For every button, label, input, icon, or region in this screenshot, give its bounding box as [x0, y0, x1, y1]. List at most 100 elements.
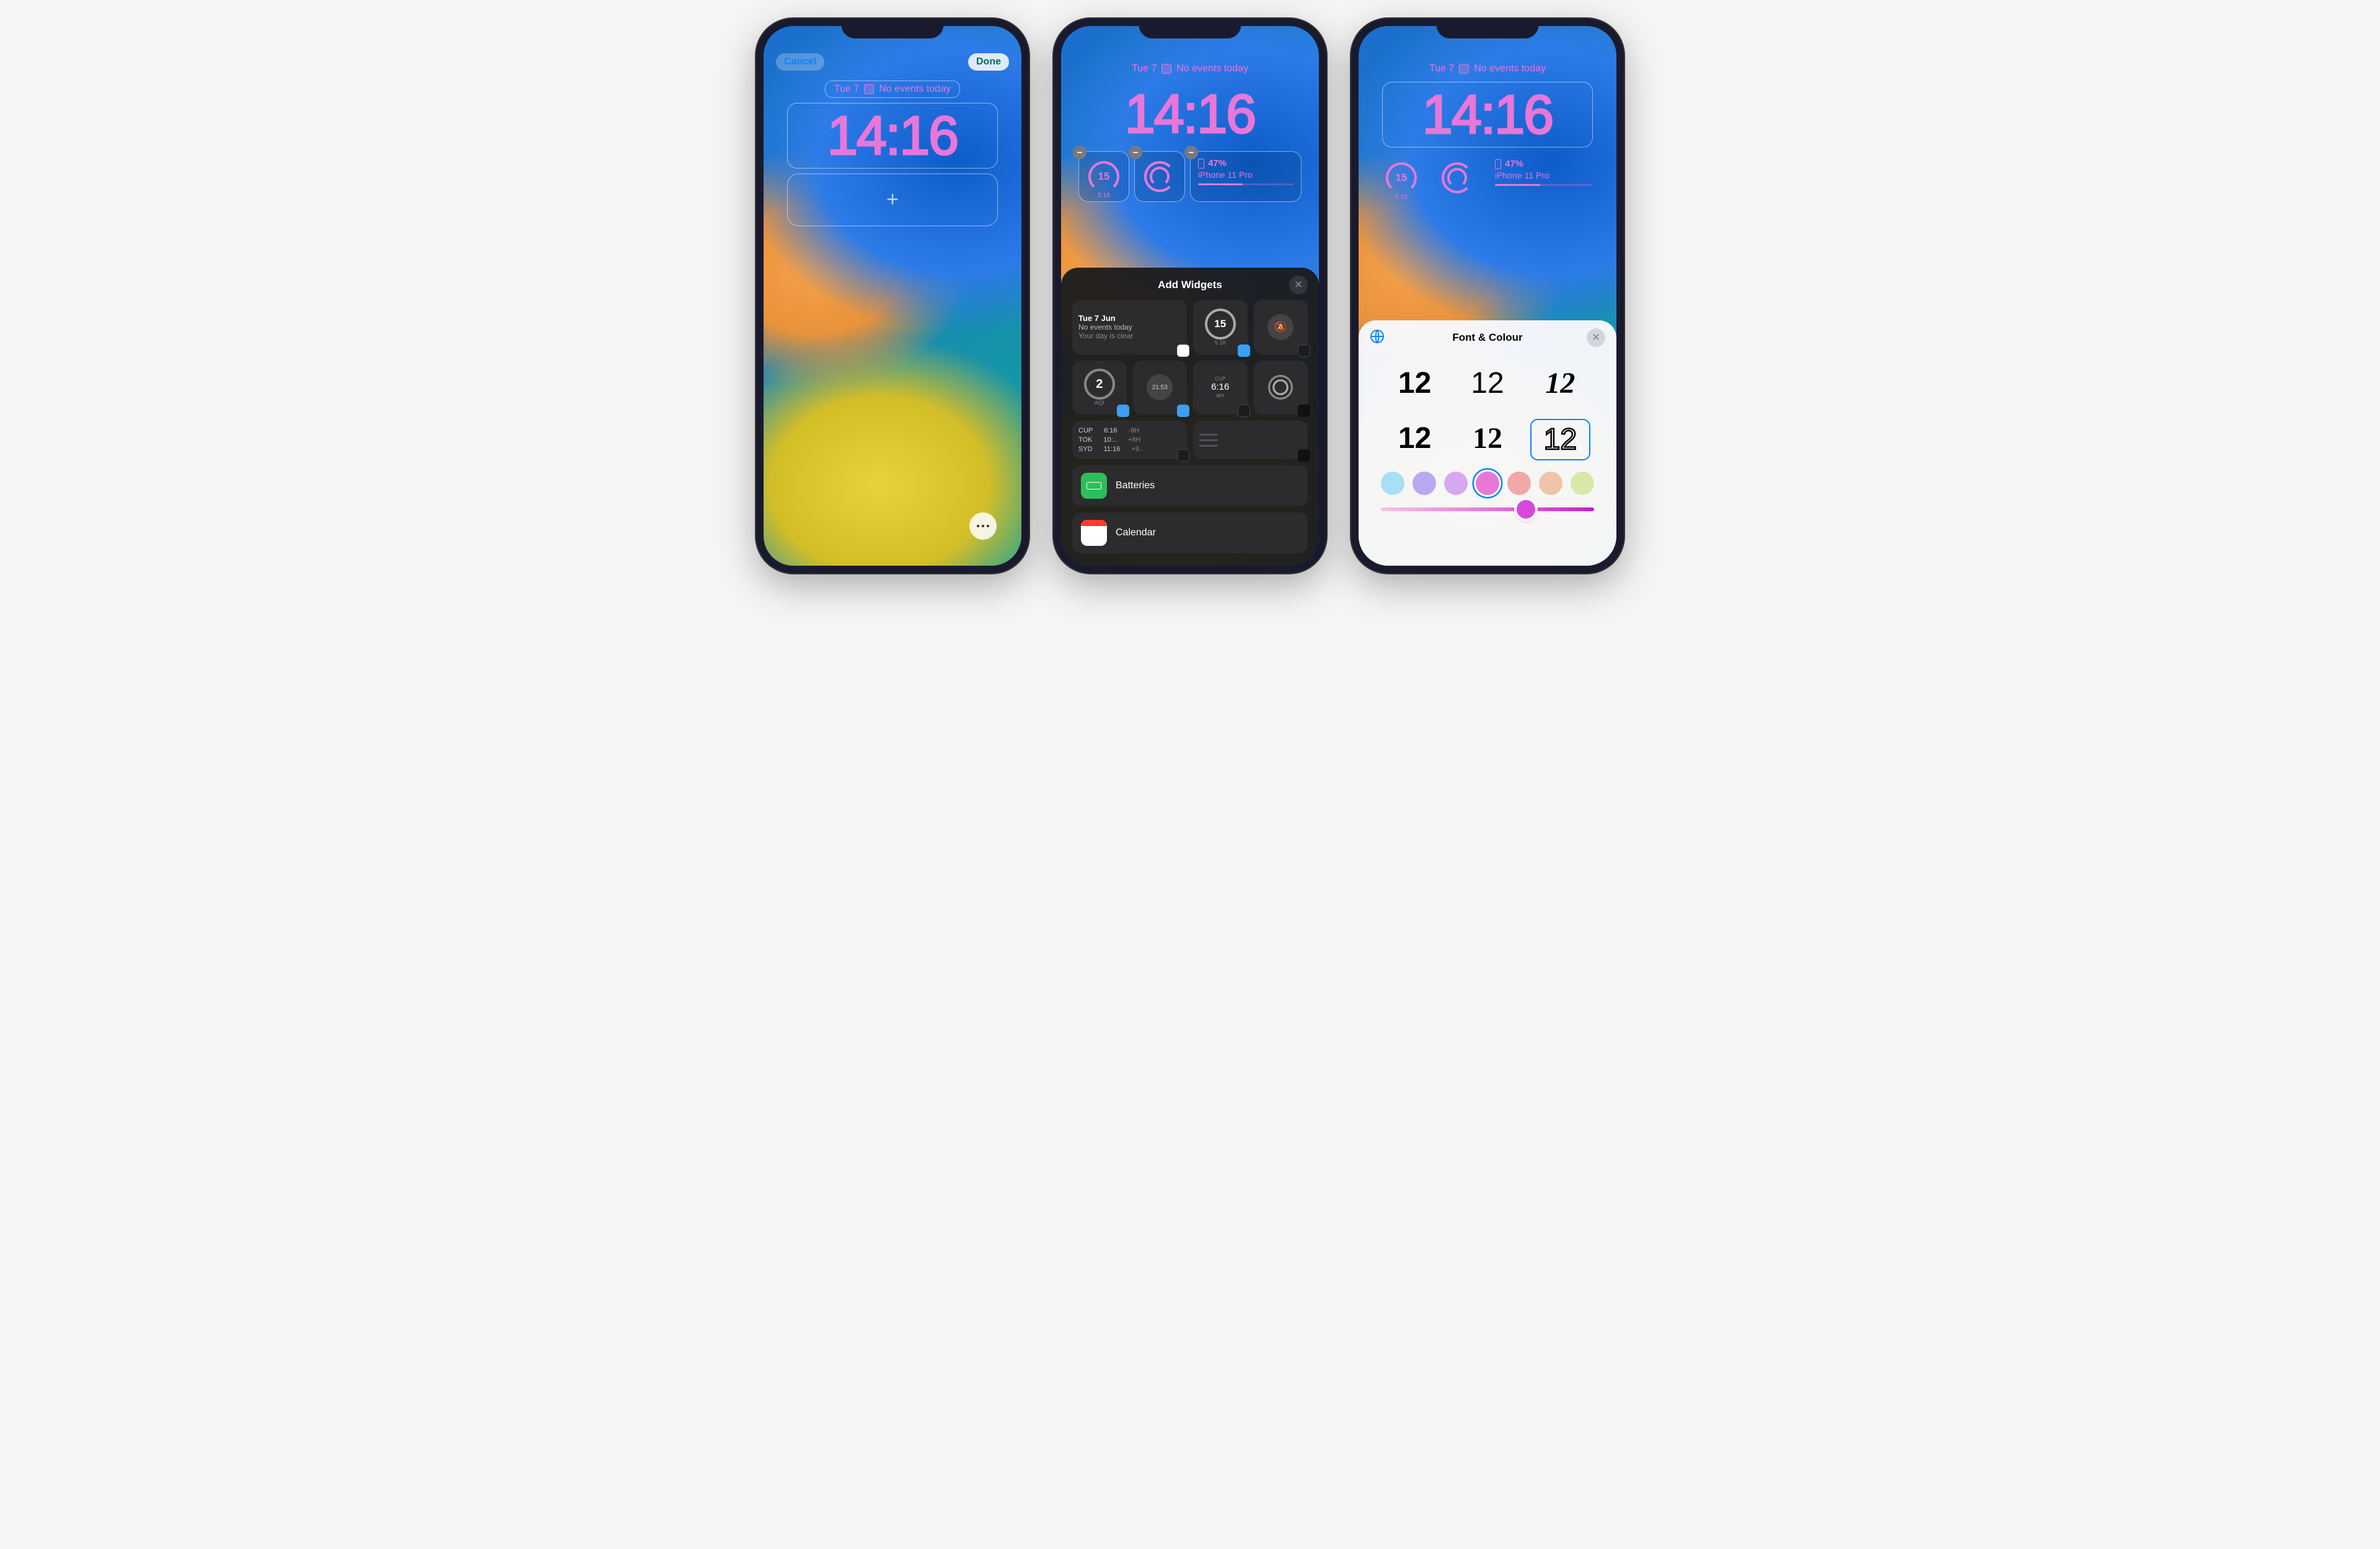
sug-events: No events today — [1078, 323, 1132, 331]
phone-2-add-widgets: Tue 7 No events today 14:16 − 15 5 16 − … — [1054, 19, 1326, 573]
suggestion-fitness-rings[interactable] — [1254, 361, 1308, 415]
weather-range: 5 16 — [1215, 340, 1226, 346]
done-button[interactable]: Done — [968, 53, 1009, 71]
font-option-6-selected[interactable]: 12 — [1530, 419, 1590, 460]
wc-row: SYD11:16+9.. — [1078, 445, 1143, 453]
events-text: No events today — [1176, 63, 1248, 74]
plus-icon: + — [886, 188, 899, 212]
clock-app-icon — [1177, 449, 1189, 462]
clock-slot[interactable]: 14:16 — [1382, 82, 1593, 147]
colour-swatch[interactable] — [1507, 472, 1531, 495]
close-button[interactable]: ✕ — [1289, 276, 1308, 294]
weather-ring: 15 — [1205, 309, 1236, 340]
widget-suggestions-grid: Tue 7 Jun No events today Your day is cl… — [1072, 300, 1308, 459]
weather-ring: 15 — [1088, 161, 1119, 192]
battery-pct: 47% — [1505, 159, 1523, 169]
date-widget: Tue 7 No events today — [1123, 61, 1257, 77]
colour-row — [1370, 464, 1605, 498]
font-option-1[interactable]: 12 — [1385, 364, 1445, 403]
screen: Cancel Done Tue 7 No events today 14:16 … — [764, 26, 1021, 566]
date-text: Tue 7 — [1429, 63, 1454, 74]
font-option-3[interactable]: 12 — [1530, 364, 1590, 403]
wc-row: TOK10:..+8H — [1078, 436, 1140, 444]
font-colour-sheet: Font & Colour ✕ 12 12 12 12 12 12 — [1359, 320, 1616, 566]
bell-slash-icon: 🔕 — [1267, 314, 1294, 340]
battery-pct: 47% — [1208, 158, 1227, 169]
colour-swatch[interactable] — [1381, 472, 1404, 495]
add-widgets-sheet: Add Widgets ✕ Tue 7 Jun No events today … — [1061, 268, 1319, 566]
clock-text: 14:16 — [1093, 87, 1287, 141]
battery-icon — [1086, 482, 1101, 489]
remove-icon[interactable]: − — [1184, 146, 1198, 159]
widget-fitness[interactable]: − — [1134, 151, 1185, 202]
suggestion-clock-digital[interactable]: 21:53 — [1133, 361, 1188, 415]
saturation-slider[interactable] — [1381, 507, 1594, 511]
app-batteries[interactable]: Batteries — [1072, 465, 1308, 506]
colour-swatch[interactable] — [1444, 472, 1468, 495]
widget-battery: 47% iPhone 11 Pro — [1488, 152, 1599, 203]
clock-text: 14:16 — [796, 108, 989, 163]
suggestion-dnd[interactable]: 🔕 — [1254, 300, 1308, 354]
more-button[interactable] — [969, 512, 997, 540]
calendar-icon — [1081, 520, 1107, 526]
suggestion-calendar[interactable]: Tue 7 Jun No events today Your day is cl… — [1072, 300, 1187, 354]
remove-icon[interactable]: − — [1129, 146, 1142, 159]
phone-1-edit-empty: Cancel Done Tue 7 No events today 14:16 … — [756, 19, 1029, 573]
calendar-icon — [1161, 64, 1171, 74]
calendar-app-icon — [1177, 344, 1189, 357]
widget-battery[interactable]: − 47% iPhone 11 Pro — [1190, 151, 1302, 202]
app-calendar[interactable]: Calendar — [1072, 512, 1308, 553]
colour-swatch[interactable] — [1539, 472, 1562, 495]
close-button[interactable]: ✕ — [1587, 328, 1605, 347]
suggestion-world-clocks[interactable]: CUP6:16-8H TOK10:..+8H SYD11:16+9.. — [1072, 421, 1187, 459]
suggestion-weather-ring[interactable]: 15 5 16 — [1193, 300, 1248, 354]
font-option-2[interactable]: 12 — [1457, 364, 1517, 403]
city-time: 6:16 — [1211, 382, 1229, 392]
clock-text: 14:16 — [1391, 87, 1584, 142]
phone-3-font-colour: Tue 7 No events today 14:16 15 5 16 47% … — [1351, 19, 1624, 573]
weather-app-icon — [1117, 405, 1129, 417]
widgets-empty-slot[interactable]: + — [787, 173, 998, 226]
cancel-button[interactable]: Cancel — [776, 53, 824, 71]
aqi-ring: 2 — [1084, 369, 1115, 400]
events-text: No events today — [879, 84, 951, 95]
widget-row: 15 5 16 47% iPhone 11 Pro — [1359, 152, 1616, 203]
globe-button[interactable] — [1370, 329, 1387, 346]
suggestion-stocks[interactable] — [1193, 421, 1308, 459]
phone-icon — [1198, 159, 1204, 169]
date-widget-slot[interactable]: Tue 7 No events today — [825, 81, 960, 98]
remove-icon[interactable]: − — [1073, 146, 1086, 159]
widget-weather[interactable]: − 15 5 16 — [1078, 151, 1129, 202]
clock-app-icon — [1298, 344, 1310, 357]
weather-ring: 15 — [1386, 162, 1417, 193]
clock-slot[interactable]: 14:16 — [787, 103, 998, 169]
weather-range: 5 16 — [1395, 194, 1407, 201]
suggestion-aqi[interactable]: 2 AQI — [1072, 361, 1127, 415]
device-name: iPhone 11 Pro — [1495, 170, 1549, 180]
suggestion-world-clock-single[interactable]: CUP 6:16 am — [1193, 361, 1248, 415]
slider-thumb[interactable] — [1517, 500, 1535, 519]
device-name: iPhone 11 Pro — [1198, 170, 1253, 180]
fitness-rings — [1442, 162, 1473, 193]
colour-swatch[interactable] — [1571, 472, 1594, 495]
font-option-5[interactable]: 12 — [1457, 419, 1517, 460]
city-label: CUP — [1215, 376, 1225, 382]
weather-app-icon — [1177, 405, 1189, 417]
phone-icon — [1495, 159, 1501, 169]
calendar-icon — [1459, 64, 1469, 74]
aqi-label: AQI — [1095, 400, 1104, 406]
colour-swatch-selected[interactable] — [1476, 472, 1499, 495]
weather-range: 5 16 — [1098, 192, 1109, 199]
events-text: No events today — [1474, 63, 1546, 74]
app-label: Calendar — [1116, 527, 1156, 538]
sug-date: Tue 7 Jun — [1078, 314, 1116, 323]
screen: Tue 7 No events today 14:16 15 5 16 47% … — [1359, 26, 1616, 566]
colour-swatch[interactable] — [1413, 472, 1436, 495]
clock-app-icon — [1238, 405, 1250, 417]
font-option-4[interactable]: 12 — [1385, 419, 1445, 460]
sheet-header: Font & Colour ✕ — [1370, 331, 1605, 344]
weather-app-icon — [1238, 344, 1250, 357]
digital-time: 21:53 — [1147, 374, 1173, 400]
calendar-icon — [864, 84, 874, 94]
widget-weather: 15 5 16 — [1376, 152, 1427, 203]
